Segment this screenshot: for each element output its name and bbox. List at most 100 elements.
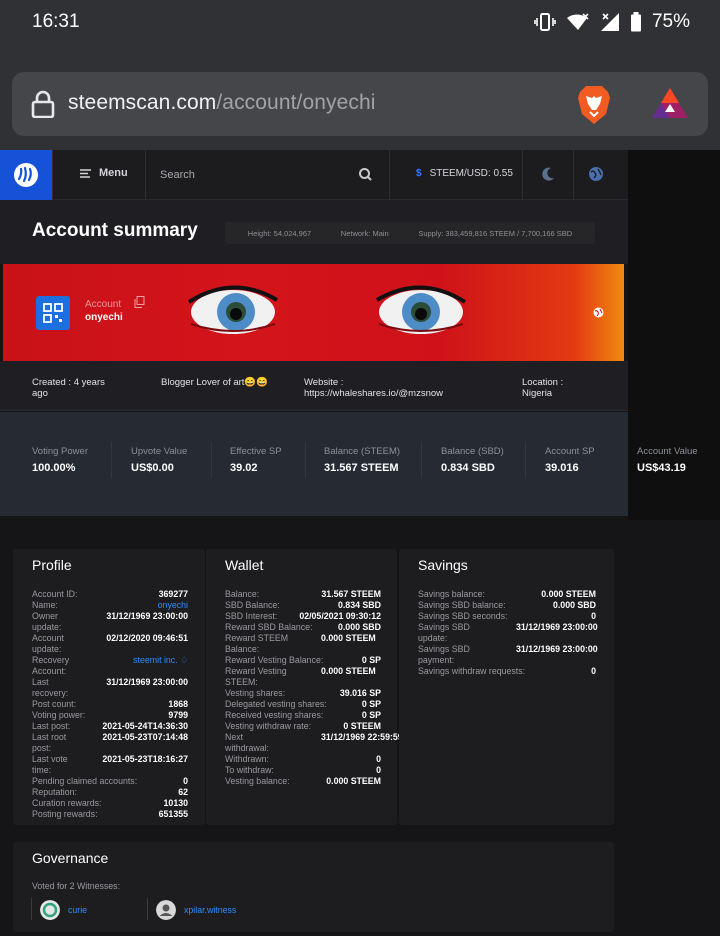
brave-shields-icon[interactable] bbox=[572, 82, 616, 126]
profile-row: Owner update: 31/12/1969 23:00:00 bbox=[32, 611, 188, 633]
user-avatar-icon bbox=[156, 900, 176, 920]
savings-title: Savings bbox=[418, 557, 468, 573]
page-title: Account summary bbox=[32, 220, 198, 241]
row-value: 651355 bbox=[158, 809, 188, 819]
bat-rewards-icon[interactable] bbox=[648, 82, 692, 126]
wallet-card: Wallet Balance: 31.567 STEEM SBD Balance:… bbox=[206, 549, 403, 825]
row-key: Savings SBD seconds: bbox=[418, 611, 508, 621]
nav-divider bbox=[145, 150, 146, 200]
row-key: Delegated vesting shares: bbox=[225, 699, 327, 709]
copy-icon[interactable] bbox=[134, 296, 145, 308]
row-key: To withdraw: bbox=[225, 765, 274, 775]
row-value: 2021-05-24T14:36:30 bbox=[102, 721, 188, 731]
stat-label: Account Value bbox=[637, 446, 698, 457]
url-host: steemscan.com bbox=[68, 91, 217, 114]
profile-title: Profile bbox=[32, 557, 72, 573]
row-key: Curation rewards: bbox=[32, 798, 102, 808]
row-value: 31/12/1969 23:00:00 bbox=[516, 644, 598, 654]
row-value: 0.834 SBD bbox=[337, 600, 381, 610]
row-key: Reward SBD Balance: bbox=[225, 622, 313, 632]
profile-row: Pending claimed accounts: 0 bbox=[32, 776, 188, 787]
witness-item[interactable]: curie bbox=[40, 900, 87, 920]
savings-row: Savings withdraw requests: 0 bbox=[418, 666, 596, 677]
row-value: 10130 bbox=[163, 798, 188, 808]
profile-cover: Account onyechi bbox=[3, 264, 624, 361]
profile-row: Posting rewards: 651355 bbox=[32, 809, 188, 820]
dollar-icon: $ bbox=[416, 168, 422, 179]
profile-row: Last recovery: 31/12/1969 23:00:00 bbox=[32, 677, 188, 699]
witness-item[interactable]: xpilar.witness bbox=[156, 900, 236, 920]
row-value: 39.016 SP bbox=[339, 688, 381, 698]
status-icons: 75% bbox=[534, 10, 690, 34]
row-key: Last vote time: bbox=[32, 754, 68, 775]
moon-icon[interactable] bbox=[540, 166, 556, 182]
profile-row: Recovery Account: steemit inc. ♢ bbox=[32, 655, 188, 677]
steem-price: $ STEEM/USD: 0.55 bbox=[416, 168, 513, 179]
nav-divider bbox=[522, 150, 523, 200]
stat-value: 39.02 bbox=[230, 462, 258, 474]
profile-row: Reputation: 62 bbox=[32, 787, 188, 798]
profile-rows: Account ID: 369277 Name: onyechi Owner upd… bbox=[32, 589, 188, 820]
profile-row: Last root post: 2021-05-23T07:14:48 bbox=[32, 732, 188, 754]
row-key: Vesting balance: bbox=[225, 776, 290, 786]
menu-button[interactable]: Menu bbox=[80, 167, 128, 179]
row-key: Name: bbox=[32, 600, 58, 610]
stat-upvote-value: Upvote Value US$0.00 bbox=[131, 446, 187, 474]
row-key: Last post: bbox=[32, 721, 71, 731]
location-info: Location : Nigeria bbox=[522, 377, 612, 399]
witness-votes-label: Voted for 2 Witnesses: bbox=[32, 881, 121, 891]
row-value: 0.000 STEEM bbox=[326, 776, 381, 786]
row-value: 0 bbox=[591, 611, 596, 621]
website-globe-icon[interactable] bbox=[593, 307, 604, 318]
qr-code-icon bbox=[43, 303, 63, 323]
website-link[interactable]: https://whaleshares.io/@mzsnow bbox=[304, 388, 484, 399]
battery-percent: 75% bbox=[651, 11, 690, 32]
witness-name: xpilar.witness bbox=[184, 905, 237, 915]
row-value: 0 bbox=[591, 666, 596, 676]
row-value: 2021-05-23T18:16:27 bbox=[102, 754, 188, 764]
vibrate-icon bbox=[534, 13, 556, 31]
stat-divider bbox=[211, 442, 212, 478]
wallet-row: Reward Vesting STEEM: 0.000 STEEM bbox=[225, 666, 381, 688]
steem-logo[interactable] bbox=[0, 150, 52, 200]
url-text[interactable]: steemscan.com/account/onyechi bbox=[68, 91, 376, 115]
row-key: Savings SBD update: bbox=[418, 622, 470, 643]
stat-divider bbox=[525, 442, 526, 478]
search-input[interactable] bbox=[160, 163, 350, 187]
account-name: onyechi bbox=[85, 312, 123, 323]
row-key: Reward STEEM Balance: bbox=[225, 633, 289, 654]
row-key: Reward Vesting STEEM: bbox=[225, 666, 287, 687]
address-bar[interactable]: steemscan.com/account/onyechi bbox=[12, 72, 708, 136]
network: Network: Main bbox=[340, 228, 389, 238]
stat-label: Voting Power bbox=[32, 446, 88, 457]
row-value: 0 SP bbox=[361, 655, 381, 665]
wallet-row: Balance: 31.567 STEEM bbox=[225, 589, 381, 600]
stat-balance-steem: Balance (STEEM) 31.567 STEEM bbox=[324, 446, 400, 474]
divider bbox=[147, 898, 148, 920]
profile-row: Name: onyechi bbox=[32, 600, 188, 611]
row-value: 0 bbox=[376, 765, 381, 775]
row-value: 0 SP bbox=[361, 710, 381, 720]
steem-logo-icon bbox=[14, 163, 38, 187]
search-icon[interactable] bbox=[358, 167, 372, 181]
row-key: SBD Interest: bbox=[225, 611, 278, 621]
wallet-rows: Balance: 31.567 STEEM SBD Balance: 0.834 S… bbox=[225, 589, 403, 787]
globe-icon[interactable] bbox=[588, 166, 604, 182]
block-height: Height: 54,024,967 bbox=[247, 228, 312, 238]
profile-info-row: Created : 4 years ago Blogger Lover of a… bbox=[0, 361, 628, 411]
website-info: Website : https://whaleshares.io/@mzsnow bbox=[304, 377, 484, 399]
stat-label: Balance (STEEM) bbox=[324, 446, 401, 457]
browser-toolbar: steemscan.com/account/onyechi bbox=[0, 46, 720, 150]
row-value[interactable]: onyechi bbox=[158, 600, 188, 611]
profile-row: Last post: 2021-05-24T14:36:30 bbox=[32, 721, 188, 732]
row-key: Voting power: bbox=[32, 710, 86, 720]
stat-account-sp: Account SP 39.016 bbox=[545, 446, 595, 474]
wallet-row: Next withdrawal: 31/12/1969 22:59:59 bbox=[225, 732, 403, 754]
row-value: 369277 bbox=[158, 589, 188, 599]
row-key: Withdrawn: bbox=[225, 754, 269, 764]
stat-value: US$0.00 bbox=[131, 462, 174, 474]
wallet-row: SBD Balance: 0.834 SBD bbox=[225, 600, 381, 611]
row-value[interactable]: steemit inc. ♢ bbox=[133, 655, 188, 677]
divider bbox=[31, 898, 32, 920]
stat-divider bbox=[305, 442, 306, 478]
